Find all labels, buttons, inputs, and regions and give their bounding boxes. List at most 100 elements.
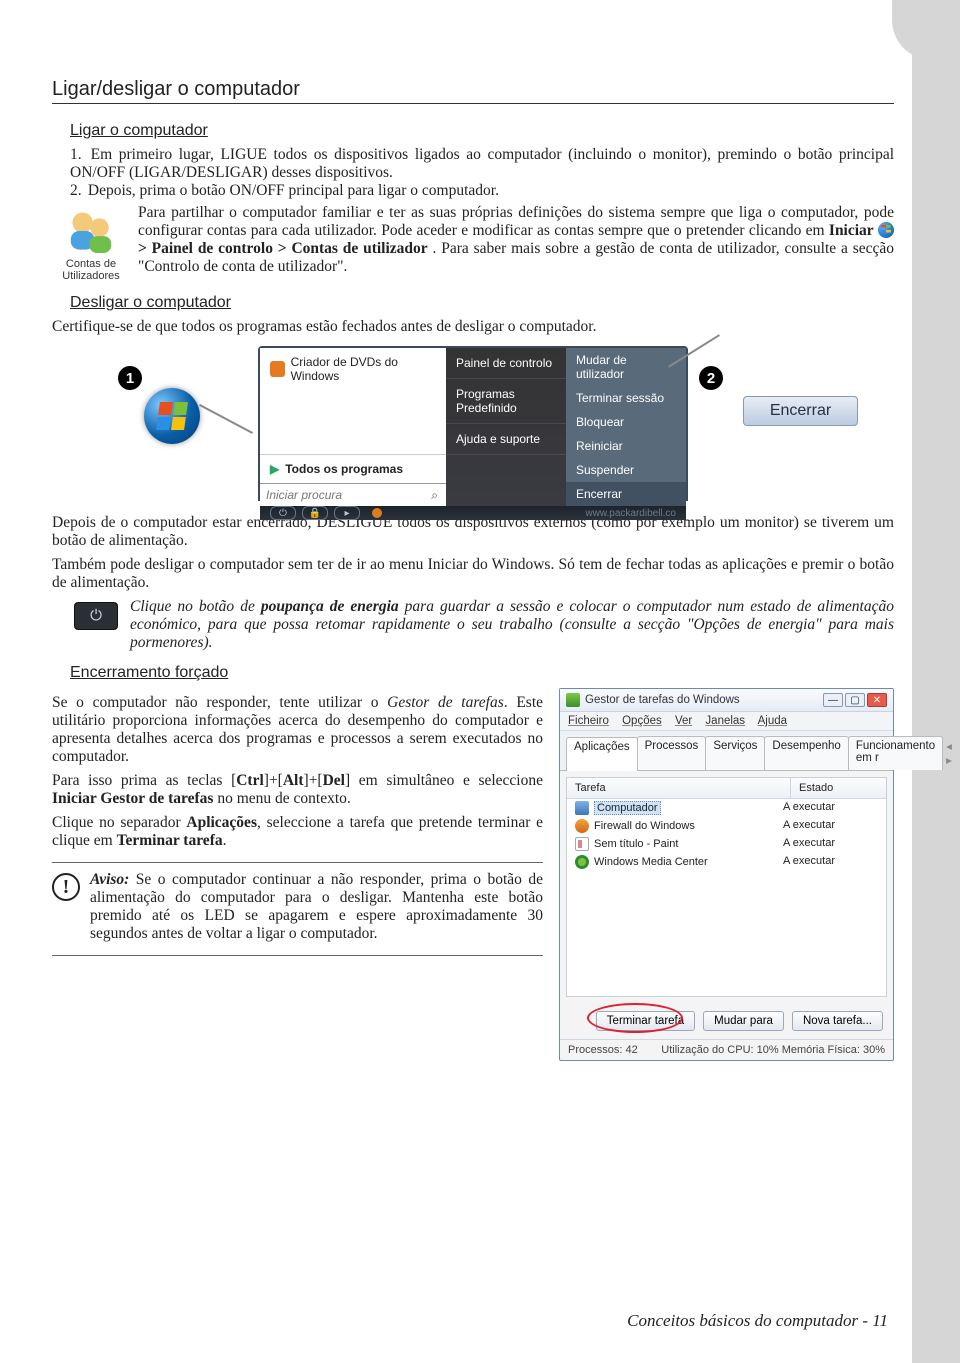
app-icon bbox=[575, 801, 589, 815]
callout-badge-2: 2 bbox=[699, 366, 723, 390]
app-icon bbox=[575, 819, 589, 833]
page-footer: Conceitos básicos do computador - 11 bbox=[627, 1311, 888, 1331]
shutdown-illustration: 1 Criador de DVDs do Windows ▶ Todos os … bbox=[108, 346, 838, 506]
warning-body: Se o computador continuar a não responde… bbox=[90, 871, 543, 942]
task-state: A executar bbox=[783, 801, 878, 815]
subheading-ligar: Ligar o computador bbox=[70, 122, 894, 140]
power-menu-arrow-icon[interactable]: ▸ bbox=[334, 506, 360, 520]
step-2-text: Depois, prima o botão ON/OFF principal p… bbox=[88, 182, 499, 199]
step-1: 1. Em primeiro lugar, LIGUE todos os dis… bbox=[70, 146, 894, 182]
taskbar-hint-text: www.packardibell.co bbox=[585, 508, 676, 519]
dvd-icon bbox=[270, 361, 285, 377]
menu-view[interactable]: Ver bbox=[675, 715, 692, 727]
startmenu-all-programs[interactable]: ▶ Todos os programas bbox=[260, 454, 446, 483]
tab-scroll-icon[interactable]: ◂ ▸ bbox=[942, 736, 956, 770]
f3e: . bbox=[223, 832, 227, 849]
startmenu-control-panel[interactable]: Painel de controlo bbox=[446, 348, 566, 379]
forced-p3: Clique no separador Aplicações, seleccio… bbox=[52, 814, 543, 850]
footer-text: Conceitos básicos do computador - bbox=[627, 1311, 868, 1330]
status-cpu-mem: Utilização do CPU: 10% Memória Física: 3… bbox=[661, 1044, 885, 1056]
section-title-main: Ligar/desligar o computador bbox=[52, 78, 894, 104]
menu-windows[interactable]: Janelas bbox=[705, 715, 745, 727]
taskmgr-app-icon bbox=[566, 693, 580, 707]
col-task[interactable]: Tarefa bbox=[567, 778, 791, 798]
menu-options[interactable]: Opções bbox=[622, 715, 662, 727]
key-alt: Alt bbox=[283, 772, 304, 789]
menu-file[interactable]: Ficheiro bbox=[568, 715, 609, 727]
f2g: ] em simultâneo e seleccione bbox=[345, 772, 543, 789]
task-state: A executar bbox=[783, 855, 878, 869]
forced-p1a: Se o computador não responder, tente uti… bbox=[52, 694, 378, 711]
task-name: Windows Media Center bbox=[594, 856, 708, 868]
col-state[interactable]: Estado bbox=[791, 778, 886, 798]
table-row[interactable]: ComputadorA executar bbox=[567, 799, 886, 817]
tab-networking[interactable]: Funcionamento em r bbox=[848, 736, 943, 770]
share-paragraph: Para partilhar o computador familiar e t… bbox=[138, 204, 894, 282]
task-name: Firewall do Windows bbox=[594, 820, 695, 832]
power-shutdown[interactable]: Encerrar bbox=[566, 482, 686, 506]
callout-badge-1: 1 bbox=[118, 366, 142, 390]
user-accounts-icon-label: Contas de Utilizadores bbox=[52, 258, 130, 282]
f3a: Clique no separador bbox=[52, 814, 186, 831]
power-logoff[interactable]: Terminar sessão bbox=[566, 386, 686, 410]
window-maximize-button[interactable]: ▢ bbox=[845, 693, 865, 707]
startmenu-item-dvd[interactable]: Criador de DVDs do Windows bbox=[260, 348, 446, 390]
window-close-button[interactable]: ✕ bbox=[867, 693, 887, 707]
app-icon bbox=[575, 837, 589, 851]
task-name: Sem título - Paint bbox=[594, 838, 678, 850]
subheading-desligar: Desligar o computador bbox=[70, 294, 894, 312]
tab-aplicacoes: Aplicações bbox=[186, 814, 257, 831]
startmenu-item-dvd-label: Criador de DVDs do Windows bbox=[291, 355, 436, 383]
power-restart[interactable]: Reiniciar bbox=[566, 434, 686, 458]
share-text-a: Para partilhar o computador familiar e t… bbox=[138, 204, 894, 239]
power-suspend[interactable]: Suspender bbox=[566, 458, 686, 482]
taskmgr-menubar[interactable]: Ficheiro Opções Ver Janelas Ajuda bbox=[560, 712, 893, 731]
warning-label: Aviso: bbox=[90, 871, 129, 888]
new-task-button[interactable]: Nova tarefa... bbox=[792, 1011, 883, 1031]
share-iniciar: Iniciar bbox=[829, 222, 874, 239]
tab-applications[interactable]: Aplicações bbox=[566, 737, 638, 771]
start-taskmgr: Iniciar Gestor de tarefas bbox=[52, 790, 213, 807]
task-manager-window: Gestor de tarefas do Windows — ▢ ✕ Fiche… bbox=[559, 688, 894, 1061]
windows-logo-icon bbox=[878, 222, 894, 238]
table-row[interactable]: Sem título - Paint A executar bbox=[567, 835, 886, 853]
power-save-button-icon: ⏻ bbox=[74, 602, 118, 630]
table-row[interactable]: Windows Media Center A executar bbox=[567, 853, 886, 871]
f2c: ]+[ bbox=[264, 772, 283, 789]
menu-help[interactable]: Ajuda bbox=[758, 715, 787, 727]
task-state: A executar bbox=[783, 837, 878, 851]
warning-divider-top bbox=[52, 862, 543, 863]
startmenu-help[interactable]: Ajuda e suporte bbox=[446, 424, 566, 455]
warning-text: Aviso: Se o computador continuar a não r… bbox=[90, 871, 543, 943]
encerrar-callout-button: Encerrar bbox=[743, 396, 858, 426]
app-icon bbox=[575, 855, 589, 869]
tab-services[interactable]: Serviços bbox=[705, 736, 765, 770]
step-2-number: 2. bbox=[70, 182, 84, 200]
user-accounts-icon: Contas de Utilizadores bbox=[52, 204, 130, 282]
power-lock[interactable]: Bloquear bbox=[566, 410, 686, 434]
tab-processes[interactable]: Processos bbox=[637, 736, 707, 770]
startmenu-all-programs-label: Todos os programas bbox=[285, 462, 403, 476]
warning-divider-bottom bbox=[52, 955, 543, 956]
start-menu-panel: Criador de DVDs do Windows ▶ Todos os pr… bbox=[258, 346, 688, 501]
forced-p2: Para isso prima as teclas [Ctrl]+[Alt]+[… bbox=[52, 772, 543, 808]
page-content: Ligar/desligar o computador Ligar o comp… bbox=[52, 78, 894, 1061]
startmenu-default-programs[interactable]: Programas Predefinido bbox=[446, 379, 566, 424]
tab-performance[interactable]: Desempenho bbox=[764, 736, 848, 770]
power-button-icon[interactable]: ⏻ bbox=[270, 506, 296, 520]
table-row[interactable]: Firewall do Windows A executar bbox=[567, 817, 886, 835]
step-2: 2. Depois, prima o botão ON/OFF principa… bbox=[70, 182, 894, 200]
end-task-button[interactable]: Terminar tarefa bbox=[596, 1011, 695, 1031]
warning-icon: ! bbox=[52, 873, 80, 901]
key-ctrl: Ctrl bbox=[236, 772, 264, 789]
lock-button-icon[interactable]: 🔒 bbox=[302, 506, 328, 520]
switch-to-button[interactable]: Mudar para bbox=[703, 1011, 784, 1031]
startmenu-search-input[interactable]: Iniciar procura bbox=[260, 483, 446, 506]
f2e: ]+[ bbox=[304, 772, 323, 789]
f2i: no menu de contexto. bbox=[213, 790, 350, 807]
forced-gestor: Gestor de tarefas bbox=[387, 694, 504, 711]
window-minimize-button[interactable]: — bbox=[823, 693, 843, 707]
page-right-stripe bbox=[912, 0, 960, 1363]
share-path: > Painel de controlo > Contas de utiliza… bbox=[138, 240, 428, 257]
task-state: A executar bbox=[783, 819, 878, 833]
